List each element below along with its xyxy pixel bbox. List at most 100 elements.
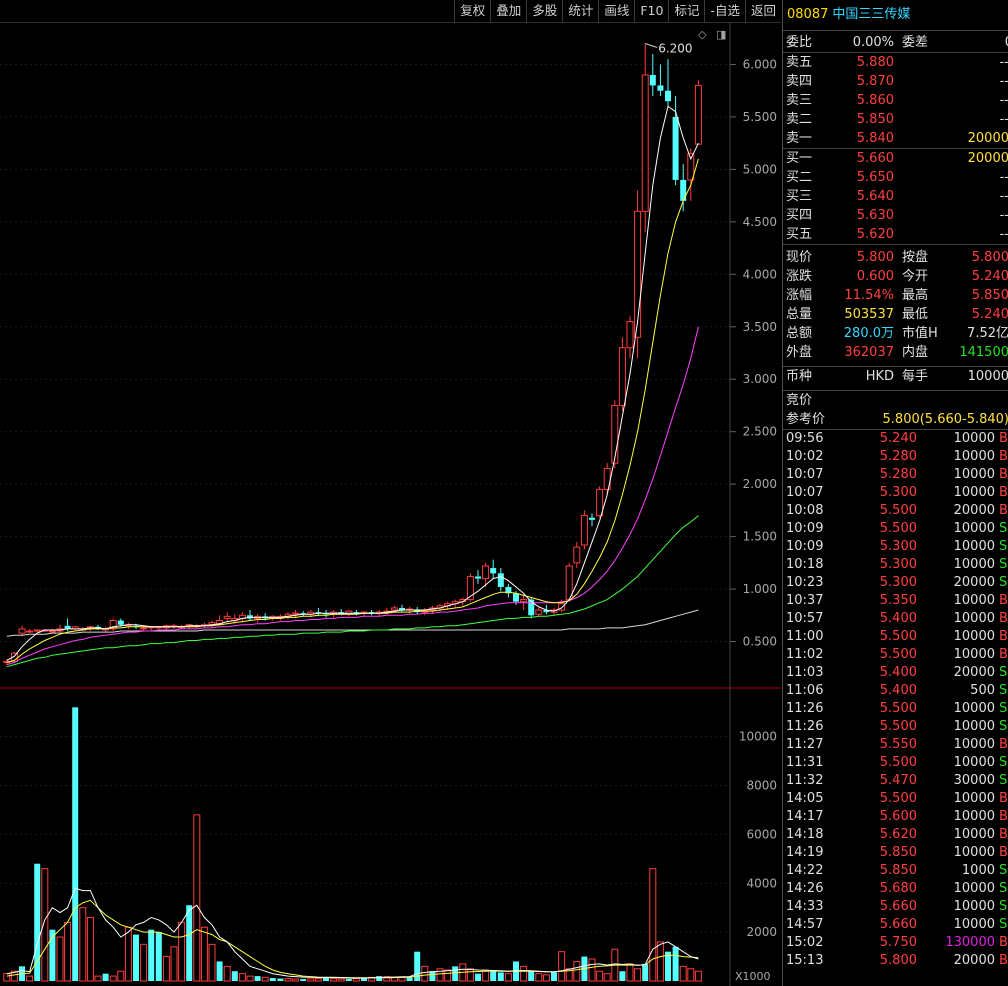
tick-row[interactable]: 11:26 5.500 10000 S: [783, 700, 1008, 718]
stat-label: 市值H: [902, 326, 938, 341]
tick-row[interactable]: 14:57 5.660 10000 S: [783, 916, 1008, 934]
tick-row[interactable]: 14:05 5.500 10000 B: [783, 790, 1008, 808]
tick-row[interactable]: 14:17 5.600 10000 B: [783, 808, 1008, 826]
volume-bar: [352, 978, 360, 982]
tick-price: 5.400: [879, 665, 917, 680]
tick-time: 11:02: [786, 647, 824, 662]
ask-volume: --: [999, 55, 1008, 70]
bid-row-0[interactable]: 买一 5.660 20000: [783, 149, 1008, 168]
tick-row[interactable]: 14:18 5.620 10000 B: [783, 826, 1008, 844]
tick-row[interactable]: 10:07 5.280 10000 B: [783, 466, 1008, 484]
ask-label: 卖四: [786, 74, 813, 89]
bid-row-3[interactable]: 买四 5.630 --: [783, 206, 1008, 225]
tick-row[interactable]: 14:19 5.850 10000 B: [783, 844, 1008, 862]
tick-row[interactable]: 11:32 5.470 30000 S: [783, 772, 1008, 790]
tick-volume: 1000: [961, 863, 995, 878]
volume-tick-label: 2000: [746, 925, 777, 939]
tick-row[interactable]: 10:02 5.280 10000 B: [783, 448, 1008, 466]
ask-row-2[interactable]: 卖三 5.860 --: [783, 91, 1008, 110]
tick-time: 10:57: [786, 611, 824, 626]
volume-bar: [679, 965, 687, 982]
volume-bar: [398, 977, 406, 982]
toolbar-button-4[interactable]: 画线: [598, 0, 634, 22]
tick-row[interactable]: 11:26 5.500 10000 S: [783, 718, 1008, 736]
toolbar-button-2[interactable]: 多股: [526, 0, 562, 22]
stat-label: 现价: [786, 250, 813, 265]
price-volume-chart[interactable]: 6.000 5.500 5.000 4.500 4.000 3.500 3.000 2.500…: [0, 23, 781, 986]
tick-volume: 30000: [953, 773, 995, 788]
tick-price: 5.500: [879, 503, 917, 518]
toolbar-button-0[interactable]: 复权: [454, 0, 490, 22]
ask-row-1[interactable]: 卖四 5.870 --: [783, 72, 1008, 91]
bid-volume: 20000: [967, 151, 1008, 166]
volume-bar: [694, 970, 702, 982]
tick-row[interactable]: 11:06 5.400 500 S: [783, 682, 1008, 700]
tick-row[interactable]: 10:57 5.400 10000 B: [783, 610, 1008, 628]
tick-row[interactable]: 14:22 5.850 1000 S: [783, 862, 1008, 880]
toolbar-button-7[interactable]: -自选: [704, 0, 745, 22]
tick-row[interactable]: 11:02 5.500 10000 B: [783, 646, 1008, 664]
tick-price: 5.470: [879, 773, 917, 788]
tick-row[interactable]: 11:27 5.550 10000 B: [783, 736, 1008, 754]
tick-row[interactable]: 10:07 5.300 10000 B: [783, 484, 1008, 502]
toolbar-button-5[interactable]: F10: [634, 0, 668, 22]
tick-side: B: [999, 485, 1008, 500]
tick-row[interactable]: 15:13 5.800 20000 B: [783, 952, 1008, 970]
tick-list[interactable]: 09:56 5.240 10000 B 10:02 5.280 10000 B 10:07 5.2…: [783, 429, 1008, 970]
tick-row[interactable]: 10:18 5.300 10000 S: [783, 556, 1008, 574]
toolbar-button-6[interactable]: 标记: [668, 0, 704, 22]
tick-row[interactable]: 10:09 5.300 10000 S: [783, 538, 1008, 556]
tick-price: 5.850: [879, 845, 917, 860]
stat-label: 涨幅: [786, 288, 813, 303]
tick-price: 5.500: [879, 719, 917, 734]
volume-bar: [406, 977, 413, 981]
tick-row[interactable]: 14:26 5.680 10000 S: [783, 880, 1008, 898]
volume-bar: [596, 970, 604, 982]
ask-row-0[interactable]: 卖五 5.880 --: [783, 53, 1008, 72]
candle-body: [672, 116, 679, 180]
stat-row-0: 现价 5.800 按盘 5.800: [783, 248, 1008, 267]
tick-row[interactable]: 15:02 5.750 130000 B: [783, 934, 1008, 952]
tick-row[interactable]: 10:08 5.500 20000 B: [783, 502, 1008, 520]
tick-row[interactable]: 11:00 5.500 10000 B: [783, 628, 1008, 646]
bid-row-2[interactable]: 买三 5.640 --: [783, 187, 1008, 206]
ask-label: 卖一: [786, 131, 813, 146]
tick-time: 10:09: [786, 539, 824, 554]
price-tick-label: 2.000: [743, 477, 777, 491]
tick-time: 09:56: [786, 431, 824, 446]
tick-price: 5.850: [879, 863, 917, 878]
candle-body: [665, 90, 671, 102]
stat-label: 今开: [902, 269, 929, 284]
volume-bar: [497, 972, 504, 981]
volume-bar: [109, 975, 117, 982]
tick-volume: 10000: [953, 791, 995, 806]
volume-bar: [277, 978, 284, 981]
stat-value: 0.600: [856, 269, 894, 284]
tick-row[interactable]: 10:23 5.300 20000 S: [783, 574, 1008, 592]
tick-time: 11:27: [786, 737, 824, 752]
ask-row-4[interactable]: 卖一 5.840 20000: [783, 129, 1008, 148]
candle-body: [520, 599, 528, 603]
tick-side: B: [999, 431, 1008, 446]
toolbar-button-3[interactable]: 统计: [562, 0, 598, 22]
stat-value: 503537: [844, 307, 894, 322]
volume-bar: [3, 973, 11, 982]
tick-row[interactable]: 11:31 5.500 10000 S: [783, 754, 1008, 772]
toolbar-button-8[interactable]: 返回: [744, 0, 781, 22]
volume-bar: [26, 975, 34, 982]
tick-row[interactable]: 10:09 5.500 10000 S: [783, 520, 1008, 538]
lot-label: 每手: [902, 369, 929, 384]
bid-row-4[interactable]: 买五 5.620 --: [783, 225, 1008, 244]
tick-price: 5.750: [879, 935, 917, 950]
tick-volume: 10000: [953, 431, 995, 446]
stat-row-4: 总额 280.0万 市值H 7.52亿: [783, 324, 1008, 343]
tick-price: 5.550: [879, 737, 917, 752]
tick-row[interactable]: 09:56 5.240 10000 B: [783, 430, 1008, 448]
tick-row[interactable]: 10:37 5.350 10000 B: [783, 592, 1008, 610]
candle-body: [490, 568, 497, 574]
tick-row[interactable]: 14:33 5.660 10000 S: [783, 898, 1008, 916]
toolbar-button-1[interactable]: 叠加: [490, 0, 526, 22]
tick-row[interactable]: 11:03 5.400 20000 S: [783, 664, 1008, 682]
ask-row-3[interactable]: 卖二 5.850 --: [783, 110, 1008, 129]
bid-row-1[interactable]: 买二 5.650 --: [783, 168, 1008, 187]
